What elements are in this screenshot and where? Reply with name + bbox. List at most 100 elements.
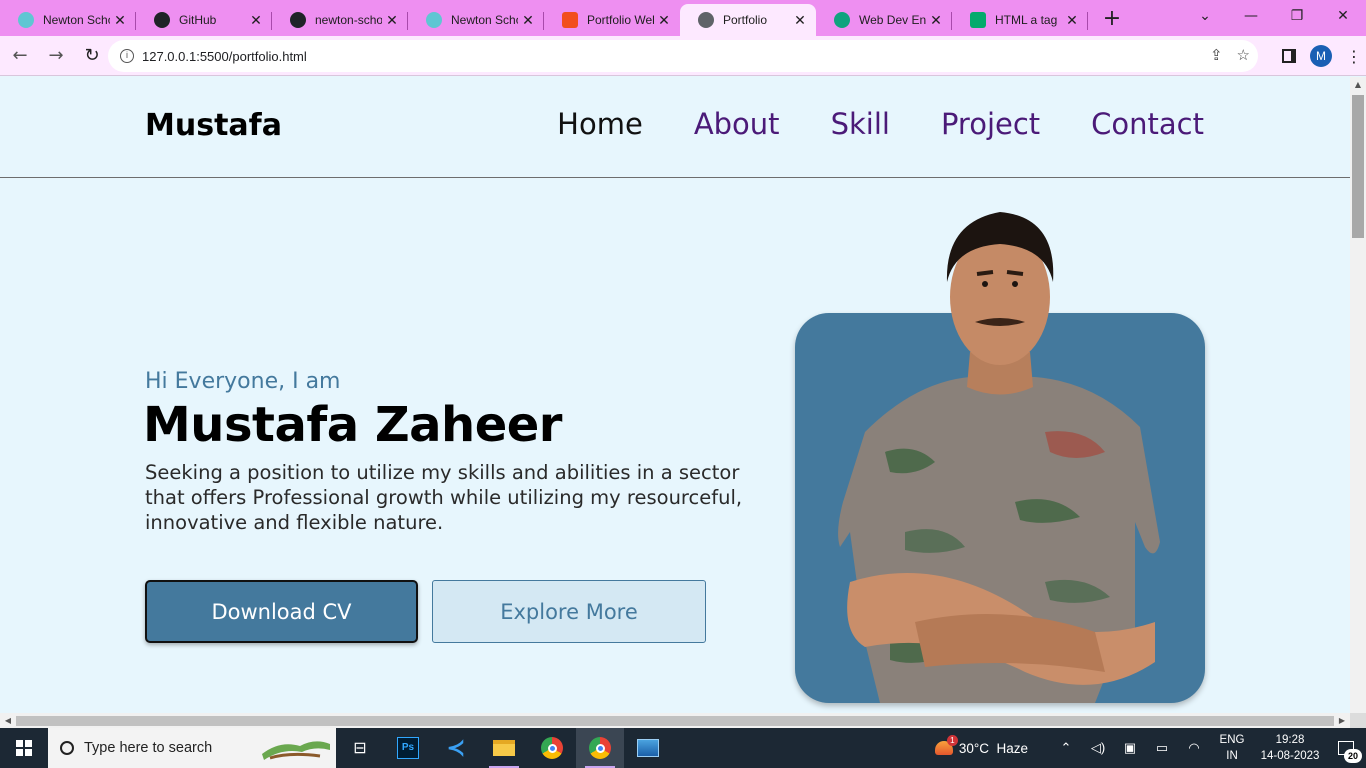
close-tab-icon[interactable]: ✕: [382, 12, 402, 29]
nav-home[interactable]: Home: [557, 107, 643, 141]
region-code: IN: [1226, 750, 1238, 762]
scrollbar-corner: [1350, 713, 1366, 728]
profile-avatar[interactable]: M: [1310, 45, 1332, 67]
chrome-app-icon[interactable]: [528, 728, 576, 768]
browser-tab[interactable]: HTML a tag ✕: [952, 5, 1088, 35]
explore-more-button[interactable]: Explore More: [432, 580, 706, 643]
weather-sun-icon: 1: [934, 735, 958, 755]
show-hidden-icons-chevron-icon[interactable]: ⌃: [1050, 740, 1082, 756]
language-indicator[interactable]: ENG IN: [1210, 732, 1254, 764]
hero-name: Mustafa Zaheer: [143, 397, 562, 453]
browser-tab-bar: Newton Scho ✕ GitHub ✕ newton-scho ✕ New…: [0, 0, 1366, 36]
browser-tab[interactable]: Web Dev Enth ✕: [816, 5, 952, 35]
close-window-icon[interactable]: ✕: [1320, 0, 1366, 32]
browser-tab[interactable]: Newton Scho ✕: [408, 5, 544, 35]
close-tab-icon[interactable]: ✕: [518, 12, 538, 29]
reload-icon[interactable]: ↻: [76, 40, 108, 72]
share-icon[interactable]: ⇪: [1210, 46, 1223, 64]
globe-favicon-icon: [698, 12, 714, 28]
photos-app-icon[interactable]: [624, 728, 672, 768]
search-placeholder: Type here to search: [84, 740, 213, 756]
site-logo[interactable]: Mustafa: [145, 108, 282, 143]
task-view-icon[interactable]: ⊟: [336, 728, 384, 768]
new-tab-button[interactable]: +: [1092, 6, 1132, 31]
chrome-profile-app-icon[interactable]: [576, 728, 624, 768]
tab-label: Newton Scho: [43, 13, 110, 27]
clock[interactable]: 19:28 14-08-2023: [1254, 732, 1326, 764]
start-button[interactable]: [0, 728, 48, 768]
scrollbar-thumb[interactable]: [16, 716, 1334, 726]
tab-label: newton-scho: [315, 13, 382, 27]
close-tab-icon[interactable]: ✕: [110, 12, 130, 29]
scroll-left-arrow-icon[interactable]: ◀: [0, 713, 16, 728]
tab-search-icon[interactable]: ⌄: [1182, 0, 1228, 32]
tab-label: Portfolio Web: [587, 13, 654, 27]
close-tab-icon[interactable]: ✕: [654, 12, 674, 29]
w3schools-favicon-icon: [970, 12, 986, 28]
hero-greeting: Hi Everyone, I am: [145, 369, 341, 394]
newton-school-favicon-icon: [426, 12, 442, 28]
address-bar[interactable]: i 127.0.0.1:5500/portfolio.html ⇪ ☆: [108, 40, 1258, 72]
forward-arrow-icon[interactable]: →: [40, 40, 72, 72]
close-tab-icon[interactable]: ✕: [246, 12, 266, 29]
figma-favicon-icon: [562, 12, 578, 28]
tab-label: HTML a tag: [995, 13, 1058, 27]
site-info-icon[interactable]: i: [120, 49, 134, 63]
github-favicon-icon: [154, 12, 170, 28]
bookmark-star-icon[interactable]: ☆: [1237, 46, 1250, 64]
side-panel-icon[interactable]: [1282, 49, 1296, 63]
meet-now-icon[interactable]: ▣: [1114, 740, 1146, 756]
browser-tab-active[interactable]: Portfolio ✕: [680, 4, 816, 36]
tab-label: Portfolio: [723, 13, 768, 27]
file-explorer-app-icon[interactable]: [480, 728, 528, 768]
tab-label: Newton Scho: [451, 13, 518, 27]
site-nav-menu: Home About Skill Project Contact: [557, 107, 1204, 141]
close-tab-icon[interactable]: ✕: [790, 12, 810, 29]
nav-contact[interactable]: Contact: [1091, 107, 1204, 141]
horizontal-scrollbar[interactable]: ◀ ▶: [0, 713, 1350, 728]
language-code: ENG: [1219, 734, 1245, 746]
browser-tab[interactable]: GitHub ✕: [136, 5, 272, 35]
minimize-icon[interactable]: —: [1228, 0, 1274, 32]
search-icon: [57, 738, 77, 758]
wifi-icon[interactable]: ◠: [1178, 740, 1210, 756]
windows-taskbar: Type here to search ⊟ Ps ≺ 1 30°C Haze ⌃…: [0, 728, 1366, 768]
scroll-up-arrow-icon[interactable]: ▲: [1350, 77, 1366, 93]
scroll-right-arrow-icon[interactable]: ▶: [1334, 713, 1350, 728]
browser-toolbar: ← → ↻ i 127.0.0.1:5500/portfolio.html ⇪ …: [0, 36, 1366, 76]
notification-center-button[interactable]: 20: [1326, 741, 1366, 763]
newton-school-favicon-icon: [18, 12, 34, 28]
search-highlight-lizard-icon: [262, 741, 330, 760]
hero-description: Seeking a position to utilize my skills …: [145, 461, 743, 534]
toolbar-right-actions: M ⋮: [1282, 36, 1362, 76]
taskbar-search-box[interactable]: Type here to search: [48, 728, 336, 768]
clock-time: 19:28: [1275, 734, 1305, 746]
nav-about[interactable]: About: [694, 107, 780, 141]
nav-project[interactable]: Project: [941, 107, 1040, 141]
back-arrow-icon[interactable]: ←: [4, 40, 36, 72]
close-tab-icon[interactable]: ✕: [1062, 12, 1082, 29]
nav-skill[interactable]: Skill: [831, 107, 890, 141]
chatgpt-favicon-icon: [834, 12, 850, 28]
tab-label: Web Dev Enth: [859, 13, 926, 27]
photoshop-app-icon[interactable]: Ps: [384, 728, 432, 768]
vscode-app-icon[interactable]: ≺: [432, 728, 480, 768]
system-tray: 1 30°C Haze ⌃ ◁) ▣ ▭ ◠ ENG IN 19:28 14-0…: [934, 728, 1366, 768]
browser-tab[interactable]: Newton Scho ✕: [0, 5, 136, 35]
weather-badge: 1: [946, 735, 958, 746]
profile-photo: [838, 212, 1160, 703]
page-viewport: Mustafa Home About Skill Project Contact…: [0, 77, 1350, 713]
battery-icon[interactable]: ▭: [1146, 740, 1178, 756]
scrollbar-thumb[interactable]: [1352, 95, 1364, 238]
weather-widget[interactable]: 1 30°C Haze: [934, 735, 1028, 756]
download-cv-button[interactable]: Download CV: [145, 580, 418, 643]
github-favicon-icon: [290, 12, 306, 28]
vertical-scrollbar[interactable]: ▲ ▼: [1350, 77, 1366, 728]
browser-tab[interactable]: Portfolio Web ✕: [544, 5, 680, 35]
speaker-icon[interactable]: ◁): [1082, 740, 1114, 756]
menu-kebab-icon[interactable]: ⋮: [1346, 47, 1362, 66]
close-tab-icon[interactable]: ✕: [926, 12, 946, 29]
restore-icon[interactable]: ❐: [1274, 0, 1320, 32]
browser-tab[interactable]: newton-scho ✕: [272, 5, 408, 35]
notification-count: 20: [1344, 749, 1362, 763]
